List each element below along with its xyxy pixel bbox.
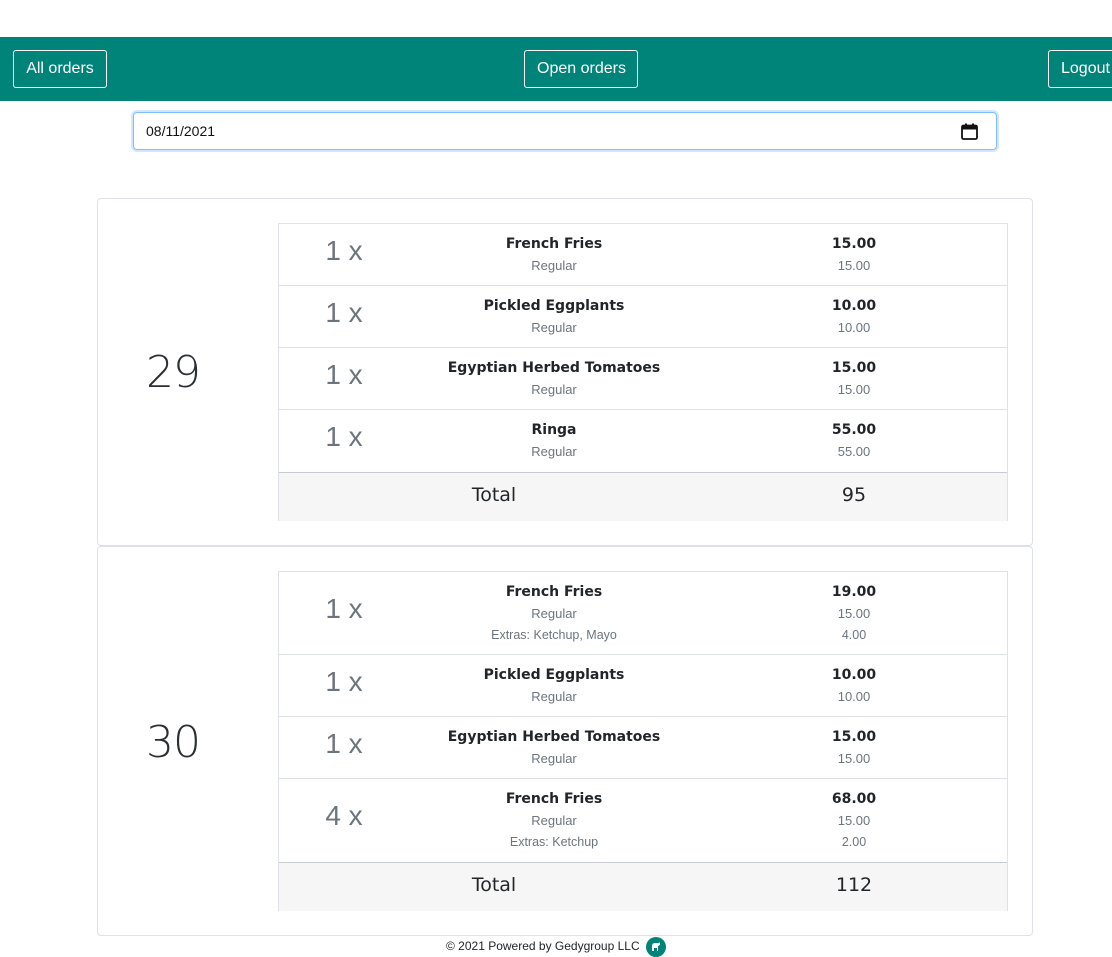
item-variant-price: 10.00 [837, 320, 871, 335]
item-total-price: 15.00 [831, 236, 877, 252]
item-quantity: 1 x [325, 728, 363, 759]
page-footer: © 2021 Powered by Gedygroup LLC [0, 936, 1112, 957]
item-total-price: 19.00 [831, 584, 877, 600]
order-item-row: 4 x French Fries Regular Extras: Ketchup… [279, 779, 1007, 862]
date-filter-input[interactable]: 08/11/2021 [133, 112, 997, 150]
item-name: Egyptian Herbed Tomatoes [447, 360, 661, 376]
order-item-row: 1 x Pickled Eggplants Regular 10.00 10.0… [279, 286, 1007, 348]
order-total-value: 95 [841, 484, 867, 506]
item-variant-price: 15.00 [837, 813, 871, 828]
item-variant: Regular [531, 751, 577, 766]
order-total-label: Total [471, 484, 517, 506]
item-variant: Regular [531, 320, 577, 335]
top-navbar: All orders Open orders Logout [0, 37, 1112, 101]
item-quantity: 1 x [325, 666, 363, 697]
order-item-row: 1 x French Fries Regular 15.00 15.00 [279, 224, 1007, 286]
item-variant: Regular [531, 689, 577, 704]
order-item-row: 1 x Ringa Regular 55.00 55.00 [279, 410, 1007, 472]
item-total-price: 68.00 [831, 791, 877, 807]
item-extras: Extras: Ketchup [509, 835, 599, 849]
item-variant-price: 15.00 [837, 751, 871, 766]
item-variant: Regular [531, 813, 577, 828]
order-card[interactable]: 29 1 x French Fries Regular 15.00 15.00 … [97, 198, 1033, 546]
item-variant: Regular [531, 382, 577, 397]
item-name: Pickled Eggplants [483, 667, 625, 683]
item-total-price: 10.00 [831, 298, 877, 314]
gedygroup-logo-icon [645, 936, 666, 957]
item-extras: Extras: Ketchup, Mayo [491, 628, 617, 642]
open-orders-button[interactable]: Open orders [524, 50, 638, 88]
order-number: 30 [146, 717, 201, 768]
item-variant-price: 10.00 [837, 689, 871, 704]
item-total-price: 15.00 [831, 360, 877, 376]
item-quantity: 4 x [325, 800, 363, 831]
calendar-icon[interactable] [961, 123, 978, 140]
item-name: Pickled Eggplants [483, 298, 625, 314]
order-total-row: Total 95 [279, 472, 1007, 521]
item-extras-price: 2.00 [841, 835, 867, 849]
order-number: 29 [146, 347, 201, 398]
item-extras-price: 4.00 [841, 628, 867, 642]
item-variant: Regular [531, 258, 577, 273]
item-variant: Regular [531, 606, 577, 621]
order-total-value: 112 [835, 874, 873, 896]
item-total-price: 15.00 [831, 729, 877, 745]
item-name: French Fries [505, 236, 603, 252]
order-item-row: 1 x Egyptian Herbed Tomatoes Regular 15.… [279, 717, 1007, 779]
item-total-price: 55.00 [831, 422, 877, 438]
item-quantity: 1 x [325, 297, 363, 328]
item-variant-price: 15.00 [837, 382, 871, 397]
item-quantity: 1 x [325, 235, 363, 266]
order-item-row: 1 x French Fries Regular Extras: Ketchup… [279, 572, 1007, 655]
item-name: Egyptian Herbed Tomatoes [447, 729, 661, 745]
order-total-label: Total [471, 874, 517, 896]
footer-text: © 2021 Powered by Gedygroup LLC [446, 939, 640, 953]
item-name: French Fries [505, 791, 603, 807]
item-total-price: 10.00 [831, 667, 877, 683]
item-name: Ringa [531, 422, 577, 438]
item-variant: Regular [531, 444, 577, 459]
date-filter-value: 08/11/2021 [146, 123, 216, 139]
all-orders-button[interactable]: All orders [13, 50, 107, 88]
item-variant-price: 15.00 [837, 258, 871, 273]
item-quantity: 1 x [325, 421, 363, 452]
item-variant-price: 55.00 [837, 444, 871, 459]
order-items-table: 1 x French Fries Regular Extras: Ketchup… [278, 571, 1008, 911]
item-quantity: 1 x [325, 593, 363, 624]
logout-button[interactable]: Logout [1048, 50, 1112, 88]
item-variant-price: 15.00 [837, 606, 871, 621]
order-item-row: 1 x Egyptian Herbed Tomatoes Regular 15.… [279, 348, 1007, 410]
item-quantity: 1 x [325, 359, 363, 390]
order-total-row: Total 112 [279, 862, 1007, 911]
order-items-table: 1 x French Fries Regular 15.00 15.00 1 x… [278, 223, 1008, 521]
order-item-row: 1 x Pickled Eggplants Regular 10.00 10.0… [279, 655, 1007, 717]
item-name: French Fries [505, 584, 603, 600]
order-card[interactable]: 30 1 x French Fries Regular Extras: Ketc… [97, 546, 1033, 936]
